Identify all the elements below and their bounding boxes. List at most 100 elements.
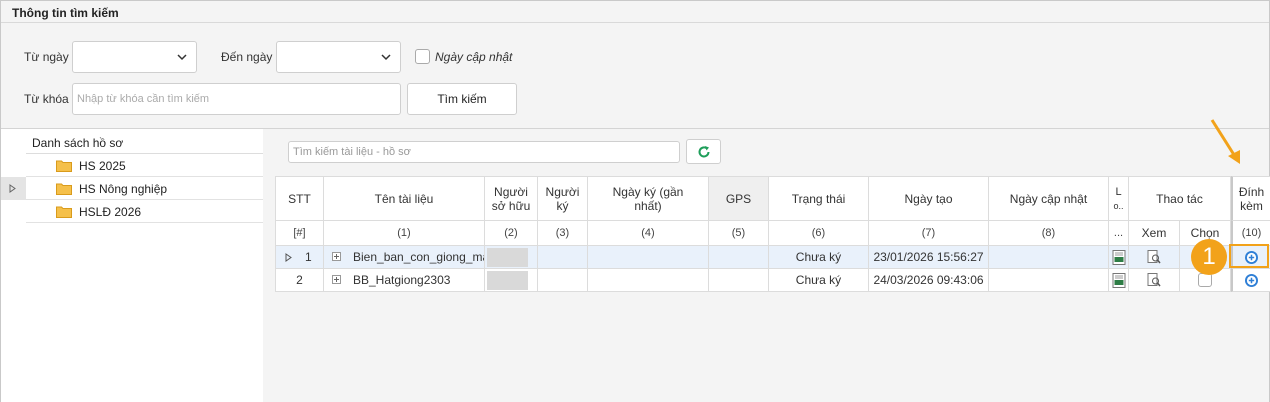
tree-item[interactable]: HSLĐ 2026	[26, 200, 263, 223]
row-pointer-icon	[285, 253, 292, 262]
update-date-checkbox[interactable]	[415, 49, 430, 64]
annotation-arrow-icon	[1210, 119, 1240, 164]
content-area: Danh sách hồ sơ HS 2025 HS Nông nghiệp H…	[1, 128, 1270, 402]
row-view[interactable]	[1129, 246, 1180, 269]
row-signer	[538, 269, 588, 292]
col-header-status[interactable]: Trạng thái	[769, 176, 869, 221]
actions-view-header: Xem	[1129, 221, 1180, 246]
tree-item-label: HSLĐ 2026	[79, 205, 142, 219]
expand-plus-icon[interactable]	[332, 252, 341, 261]
add-attachment-icon[interactable]	[1244, 273, 1259, 288]
row-status: Chưa ký	[769, 269, 869, 292]
tree-header-label: Danh sách hồ sơ	[32, 136, 124, 150]
keyword-input-field[interactable]	[73, 84, 400, 114]
col-header-actions[interactable]: Thao tác	[1129, 176, 1231, 221]
tree-item-label: HS 2025	[79, 159, 126, 173]
section-header: Thông tin tìm kiếm	[1, 1, 1269, 23]
row-signed-date	[588, 269, 709, 292]
row-created: 24/03/2026 09:43:06	[869, 269, 989, 292]
tree-item[interactable]: HS 2025	[26, 154, 263, 177]
documents-table: STT Tên tài liệu Người sở hữu Người ký N…	[275, 176, 1270, 293]
folder-tree-panel: Danh sách hồ sơ HS 2025 HS Nông nghiệp H…	[1, 129, 263, 402]
row-owner	[485, 269, 538, 292]
tree-gutter	[1, 154, 26, 223]
document-search-field[interactable]	[289, 142, 679, 162]
tree-item-label: HS Nông nghiệp	[79, 182, 168, 196]
col-header-signed-date[interactable]: Ngày ký (gần nhất)	[588, 176, 709, 221]
col-header-created[interactable]: Ngày tạo	[869, 176, 989, 221]
row-doc[interactable]	[1109, 246, 1129, 269]
row-attach[interactable]	[1231, 269, 1270, 292]
col-header-l-label: L	[1115, 185, 1122, 198]
col-header-l-label-2: o..	[1113, 200, 1124, 211]
col-header-name[interactable]: Tên tài liệu	[324, 176, 485, 221]
row-stt[interactable]: 2	[275, 269, 324, 292]
tree-item[interactable]: HS Nông nghiệp	[26, 177, 263, 200]
index-owner: (2)	[485, 221, 538, 246]
index-created: (7)	[869, 221, 989, 246]
refresh-icon	[698, 145, 709, 157]
refresh-button[interactable]	[686, 139, 721, 164]
row-owner	[485, 246, 538, 269]
col-header-signer[interactable]: Người ký	[538, 176, 588, 221]
row-name[interactable]: BB_Hatgiong2303	[324, 269, 485, 292]
row-created: 23/01/2026 15:56:27	[869, 246, 989, 269]
row-name[interactable]: Bien_ban_con_giong_ma	[324, 246, 485, 269]
index-name: (1)	[324, 221, 485, 246]
expand-arrow-icon[interactable]	[9, 184, 16, 193]
documents-panel: STT Tên tài liệu Người sở hữu Người ký N…	[263, 129, 1270, 402]
view-document-icon	[1147, 250, 1161, 264]
row-updated	[989, 269, 1109, 292]
row-signer	[538, 246, 588, 269]
annotation-highlight	[1229, 244, 1269, 268]
tree-header: Danh sách hồ sơ	[26, 129, 263, 154]
col-header-attach[interactable]: Đính kèm	[1231, 176, 1270, 221]
index-status: (6)	[769, 221, 869, 246]
from-date-label: Từ ngày	[24, 50, 69, 64]
redacted-owner	[487, 271, 528, 290]
folder-icon	[56, 160, 72, 172]
col-header-gps[interactable]: GPS	[709, 176, 769, 221]
index-stt: [#]	[275, 221, 324, 246]
redacted-owner	[487, 248, 528, 267]
col-header-l[interactable]: L o..	[1109, 176, 1129, 221]
choose-checkbox[interactable]	[1198, 273, 1212, 287]
chevron-down-icon	[381, 54, 391, 61]
row-gps	[709, 269, 769, 292]
index-attach: (10)	[1231, 221, 1270, 246]
expand-plus-icon[interactable]	[332, 275, 341, 284]
update-date-label: Ngày cập nhật	[435, 50, 513, 64]
document-icon	[1112, 249, 1125, 265]
row-name-value: BB_Hatgiong2303	[353, 273, 451, 287]
chevron-down-icon	[177, 54, 187, 61]
folder-icon	[56, 206, 72, 218]
window: Thông tin tìm kiếm Từ ngày Đến ngày Ngày…	[0, 0, 1270, 402]
search-panel-title: Thông tin tìm kiếm	[12, 6, 119, 20]
from-date-select[interactable]	[72, 41, 197, 73]
row-name-value: Bien_ban_con_giong_ma	[353, 250, 485, 264]
row-doc[interactable]	[1109, 269, 1129, 292]
to-date-select[interactable]	[276, 41, 401, 73]
to-date-label: Đến ngày	[221, 50, 273, 64]
document-search-input[interactable]	[288, 141, 680, 163]
row-signed-date	[588, 246, 709, 269]
row-gps	[709, 246, 769, 269]
keyword-label: Từ khóa	[24, 92, 69, 106]
col-header-updated[interactable]: Ngày cập nhật	[989, 176, 1109, 221]
col-header-owner[interactable]: Người sở hữu	[485, 176, 538, 221]
keyword-input[interactable]	[72, 83, 401, 115]
document-icon	[1112, 272, 1125, 288]
row-view[interactable]	[1129, 269, 1180, 292]
folder-icon	[56, 183, 72, 195]
index-signer: (3)	[538, 221, 588, 246]
row-status: Chưa ký	[769, 246, 869, 269]
col-header-stt[interactable]: STT	[275, 176, 324, 221]
index-updated: (8)	[989, 221, 1109, 246]
index-l: ...	[1109, 221, 1129, 246]
search-button[interactable]: Tìm kiếm	[407, 83, 517, 115]
index-signed-date: (4)	[588, 221, 709, 246]
row-updated	[989, 246, 1109, 269]
index-gps: (5)	[709, 221, 769, 246]
annotation-badge: 1	[1191, 239, 1227, 275]
row-stt[interactable]: 1	[275, 246, 324, 269]
